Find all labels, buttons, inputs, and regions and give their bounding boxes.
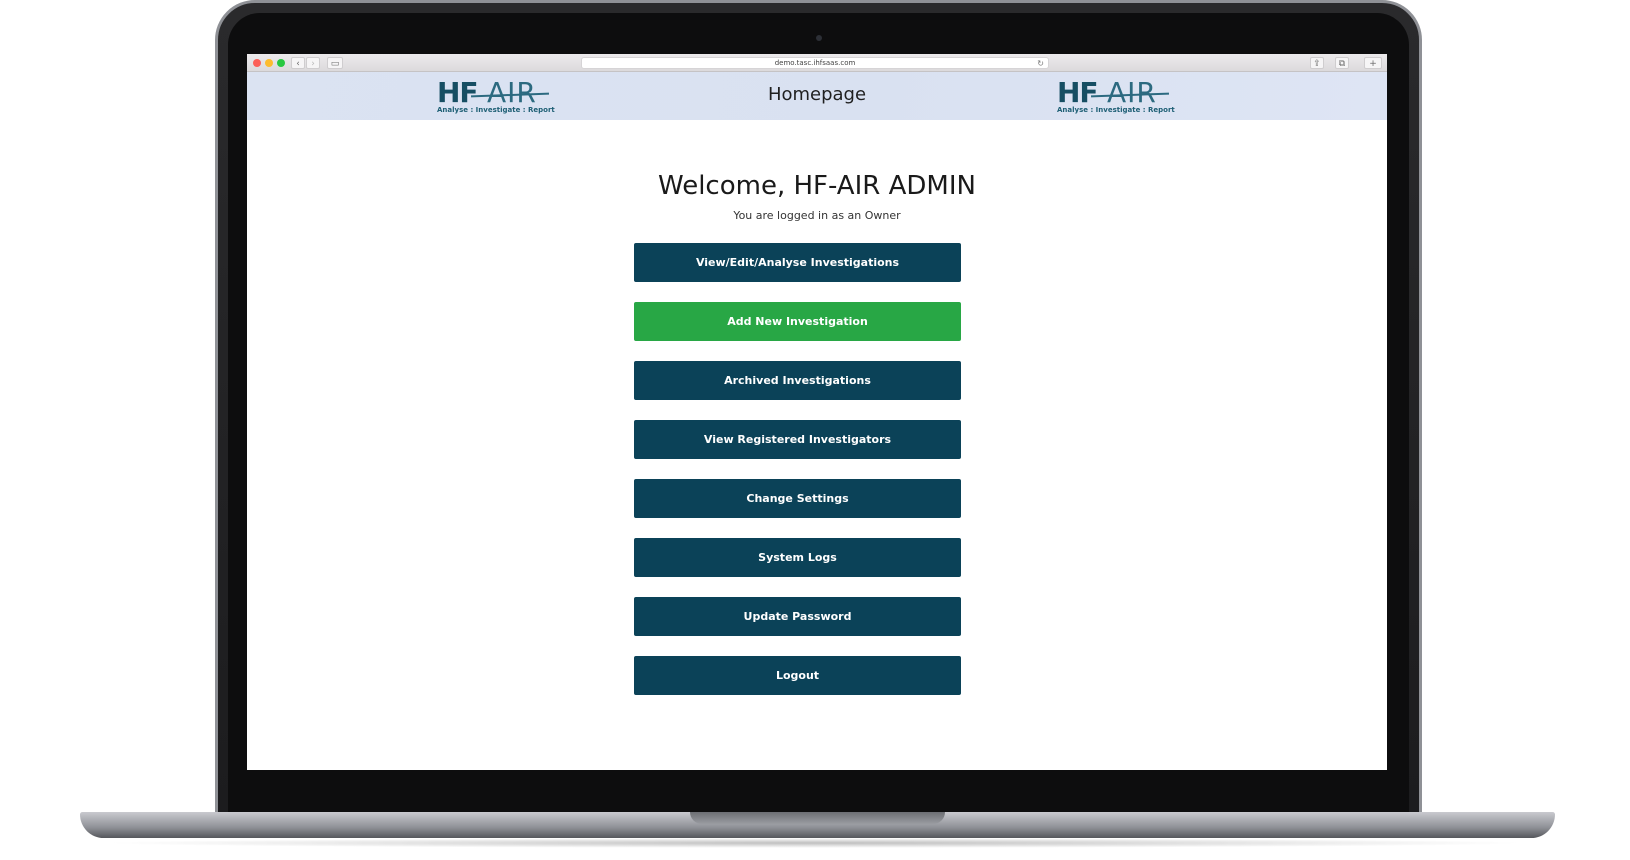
tabs-overview-icon[interactable]: ⧉ (1335, 57, 1349, 69)
welcome-heading: Welcome, HF-AIR ADMIN (658, 171, 976, 201)
url-text: demo.tasc.ihfsaas.com (774, 59, 856, 67)
camera-icon (815, 35, 822, 41)
share-icon[interactable]: ⇪ (1310, 57, 1324, 69)
change-settings-button[interactable]: Change Settings (634, 479, 961, 518)
laptop-shadow (100, 838, 1530, 848)
logout-button[interactable]: Logout (634, 656, 961, 695)
back-button[interactable]: ‹ (291, 57, 305, 69)
logo-tagline: Analyse : Investigate : Report (437, 106, 555, 114)
view-edit-analyse-investigations-button[interactable]: View/Edit/Analyse Investigations (634, 243, 961, 282)
archived-investigations-button[interactable]: Archived Investigations (634, 361, 961, 400)
page-title: Homepage (767, 84, 867, 105)
new-tab-icon[interactable]: + (1364, 57, 1382, 69)
screen: ‹ › ▭ demo.tasc.ihfsaas.com ↻ ⇪ ⧉ + HF A… (247, 54, 1387, 770)
sidebar-toggle-icon[interactable]: ▭ (327, 57, 343, 69)
maximize-window-icon[interactable] (277, 59, 285, 67)
laptop-notch (690, 812, 945, 824)
role-text: You are logged in as an Owner (733, 209, 901, 222)
reload-icon[interactable]: ↻ (1037, 58, 1044, 69)
view-registered-investigators-button[interactable]: View Registered Investigators (634, 420, 961, 459)
update-password-button[interactable]: Update Password (634, 597, 961, 636)
browser-toolbar: ‹ › ▭ demo.tasc.ihfsaas.com ↻ ⇪ ⧉ + (247, 54, 1387, 72)
main-menu: View/Edit/Analyse Investigations Add New… (634, 243, 961, 715)
forward-button[interactable]: › (306, 57, 320, 69)
address-bar[interactable]: demo.tasc.ihfsaas.com ↻ (581, 57, 1049, 69)
logo-tagline: Analyse : Investigate : Report (1057, 106, 1175, 114)
add-new-investigation-button[interactable]: Add New Investigation (634, 302, 961, 341)
system-logs-button[interactable]: System Logs (634, 538, 961, 577)
close-window-icon[interactable] (253, 59, 261, 67)
minimize-window-icon[interactable] (265, 59, 273, 67)
